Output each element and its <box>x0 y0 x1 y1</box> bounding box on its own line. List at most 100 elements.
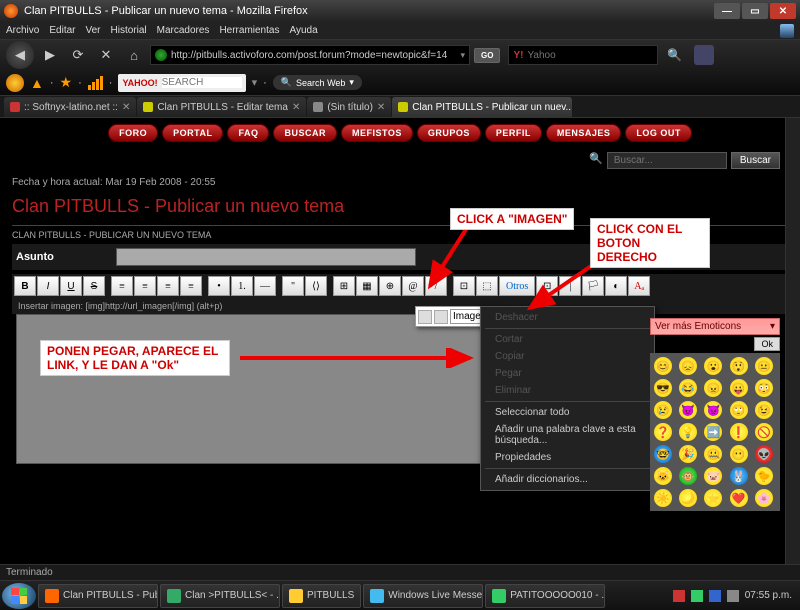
emo-cat[interactable]: 🐱 <box>654 467 672 485</box>
nav-grupos[interactable]: Grupos <box>417 124 481 142</box>
taskbar-item[interactable]: PATITOOOOO010 - ... <box>485 584 605 608</box>
emo-excl[interactable]: ❗ <box>730 423 748 441</box>
ctx-cortar[interactable]: Cortar <box>481 331 654 348</box>
emo-silent[interactable]: 🤐 <box>704 445 722 463</box>
tab-softnyx[interactable]: :: Softnyx-latino.net ::✕ <box>4 97 136 117</box>
browser-search-input[interactable] <box>527 50 659 61</box>
emo-wink[interactable]: 😉 <box>755 401 773 419</box>
ext2-button[interactable]: | <box>559 276 581 296</box>
nav-perfil[interactable]: Perfil <box>485 124 542 142</box>
emo-evil[interactable]: 😈 <box>679 401 697 419</box>
emo-arrow[interactable]: ➡️ <box>704 423 722 441</box>
list-ol-button[interactable]: 1. <box>231 276 253 296</box>
ctx-diccionarios[interactable]: Añadir diccionarios... <box>481 471 654 488</box>
slash-button[interactable]: / <box>425 276 447 296</box>
go-button[interactable]: GO <box>474 48 500 63</box>
maximize-button[interactable]: ▭ <box>742 3 768 19</box>
table-button[interactable]: ⊞ <box>333 276 355 296</box>
forward-button[interactable]: ▶ <box>38 43 62 67</box>
box2-button[interactable]: ⬚ <box>476 276 498 296</box>
emo-pig[interactable]: 🐷 <box>704 467 722 485</box>
taskbar-item[interactable]: Clan >PITBULLS< - ... <box>160 584 280 608</box>
m-icon[interactable] <box>6 74 24 92</box>
code-button[interactable]: ⟨⟩ <box>305 276 327 296</box>
emo-geek[interactable]: 🤓 <box>654 445 672 463</box>
search-bar[interactable]: Y! <box>508 45 658 65</box>
forum-search-input[interactable] <box>607 152 727 169</box>
emo-cry[interactable]: 😢 <box>654 401 672 419</box>
close-icon[interactable]: ✕ <box>377 102 385 113</box>
taskbar-item[interactable]: Clan PITBULLS - Publi... <box>38 584 158 608</box>
hr-button[interactable]: — <box>254 276 276 296</box>
emo-cheer[interactable]: 🎉 <box>679 445 697 463</box>
tab-editar[interactable]: Clan PITBULLS - Editar tema✕ <box>137 97 306 117</box>
nav-logout[interactable]: Log Out <box>625 124 692 142</box>
italic-button[interactable]: I <box>37 276 59 296</box>
bold-button[interactable]: B <box>14 276 36 296</box>
email-button[interactable]: @ <box>402 276 424 296</box>
emo-moon[interactable]: 🌙 <box>679 489 697 507</box>
image-button[interactable]: ▦ <box>356 276 378 296</box>
nav-foro[interactable]: Foro <box>108 124 158 142</box>
up-arrow-icon[interactable]: ▲ <box>30 75 44 91</box>
msn-icon[interactable] <box>780 24 794 38</box>
url-bar[interactable]: ▾ <box>150 45 470 65</box>
search-icon[interactable]: 🔍 <box>662 43 686 67</box>
start-button[interactable] <box>2 583 36 609</box>
emo-monkey[interactable]: 🐵 <box>679 467 697 485</box>
ctx-deshacer[interactable]: Deshacer <box>481 309 654 326</box>
emo-no[interactable]: 🚫 <box>755 423 773 441</box>
ctx-keyword[interactable]: Añadir una palabra clave a esta búsqueda… <box>481 421 654 449</box>
flag-button[interactable]: 🏳 <box>582 276 604 296</box>
ytb-dropdown[interactable]: ▾ <box>252 76 258 89</box>
search-web-button[interactable]: 🔍Search Web▾ <box>273 75 362 90</box>
tab-sintitulo[interactable]: (Sin título)✕ <box>307 97 391 117</box>
popup-icon2[interactable] <box>434 310 448 324</box>
link-button[interactable]: ⊕ <box>379 276 401 296</box>
popup-icon1[interactable] <box>418 310 432 324</box>
emo-twisted[interactable]: 👿 <box>704 401 722 419</box>
emo-neutral[interactable]: 😐 <box>755 357 773 375</box>
emo-chick[interactable]: 🐤 <box>755 467 773 485</box>
emo-mad[interactable]: 😠 <box>704 379 722 397</box>
nav-portal[interactable]: Portal <box>162 124 223 142</box>
emo-oops[interactable]: 😳 <box>755 379 773 397</box>
nav-buscar[interactable]: Buscar <box>273 124 337 142</box>
strike-button[interactable]: S <box>83 276 105 296</box>
back-button[interactable]: ◀ <box>6 41 34 69</box>
emo-q[interactable]: ❓ <box>654 423 672 441</box>
emo-cool[interactable]: 😎 <box>654 379 672 397</box>
menu-archivo[interactable]: Archivo <box>6 25 39 36</box>
star-icon[interactable]: ★ <box>60 74 73 91</box>
reload-button[interactable]: ⟳ <box>66 43 90 67</box>
url-input[interactable] <box>171 50 456 61</box>
underline-button[interactable]: U <box>60 276 82 296</box>
list-ul-button[interactable]: • <box>208 276 230 296</box>
emo-sun[interactable]: ☀️ <box>654 489 672 507</box>
ctx-seleccionar[interactable]: Seleccionar todo <box>481 404 654 421</box>
emo-alien[interactable]: 👽 <box>755 445 773 463</box>
ctx-copiar[interactable]: Copiar <box>481 348 654 365</box>
nav-mefistos[interactable]: Mefistos <box>341 124 413 142</box>
emo-roll[interactable]: 🙄 <box>730 401 748 419</box>
ctx-pegar[interactable]: Pegar <box>481 365 654 382</box>
minimize-button[interactable]: — <box>714 3 740 19</box>
ext3-button[interactable]: ◐ <box>605 276 627 296</box>
taskbar-item[interactable]: Windows Live Messe... <box>363 584 483 608</box>
quote-button[interactable]: " <box>282 276 304 296</box>
menu-historial[interactable]: Historial <box>111 25 147 36</box>
emo-eek[interactable]: 😲 <box>730 357 748 375</box>
emo-flower[interactable]: 🌸 <box>755 489 773 507</box>
menu-ayuda[interactable]: Ayuda <box>289 25 317 36</box>
menu-marcadores[interactable]: Marcadores <box>157 25 210 36</box>
emo-razz[interactable]: 😛 <box>730 379 748 397</box>
dropdown-icon[interactable]: ▾ <box>460 50 465 61</box>
align-center-button[interactable]: ≡ <box>134 276 156 296</box>
yahoo-search-input[interactable] <box>162 77 242 88</box>
tab-publicar[interactable]: Clan PITBULLS - Publicar un nuev...✕ <box>392 97 572 117</box>
emo-sad[interactable]: 😞 <box>679 357 697 375</box>
close-icon[interactable]: ✕ <box>122 102 130 113</box>
taskbar-item[interactable]: PITBULLS <box>282 584 361 608</box>
box-button[interactable]: ⊡ <box>453 276 475 296</box>
nav-mensajes[interactable]: Mensajes <box>546 124 622 142</box>
